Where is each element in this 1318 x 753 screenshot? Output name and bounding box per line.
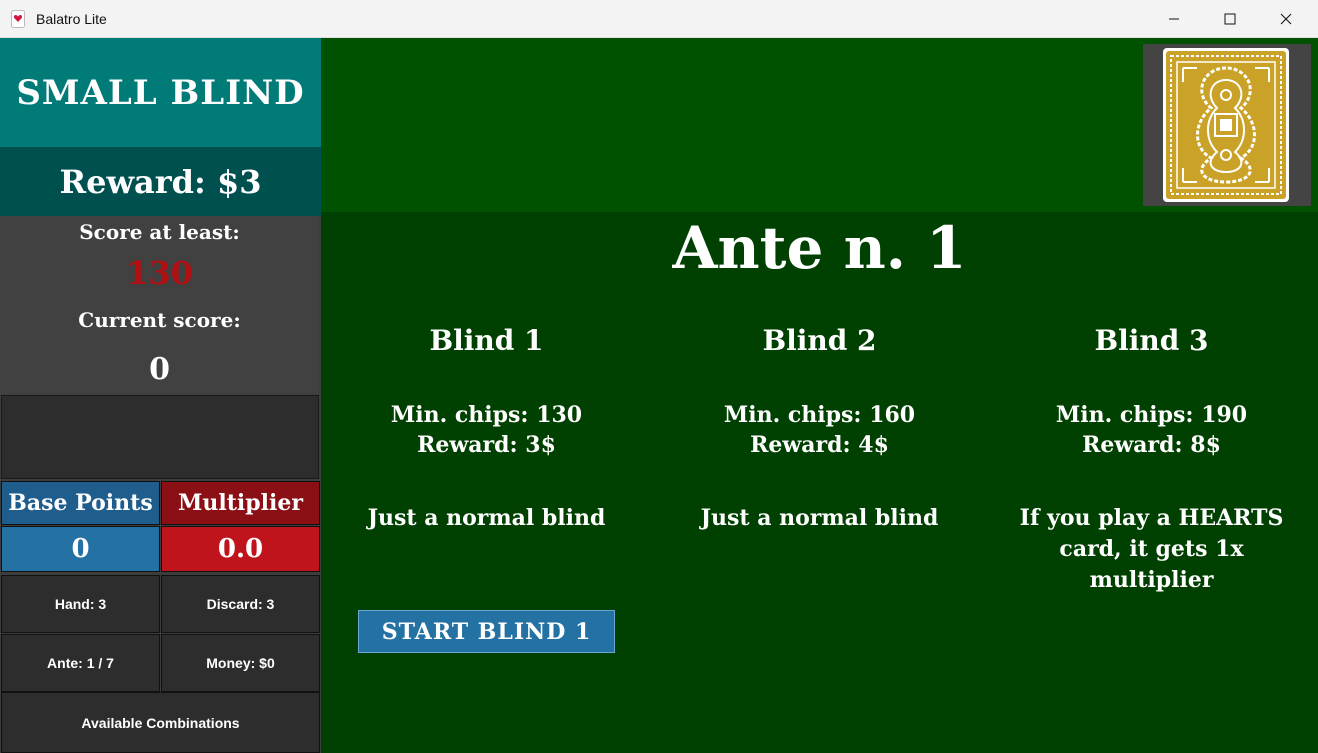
minimize-button[interactable]: [1146, 0, 1202, 38]
close-icon: [1280, 13, 1292, 25]
score-target-label: Score at least:: [79, 220, 240, 244]
current-score-label: Current score:: [78, 308, 241, 332]
hand-info-box: [1, 395, 319, 479]
blind-name: SMALL BLIND: [0, 38, 321, 147]
blind-2-title: Blind 2: [762, 324, 877, 357]
blind-1-title: Blind 1: [429, 324, 544, 357]
card-heart-icon: [11, 10, 25, 28]
blind-3-description: If you play a HEARTS card, it gets 1x mu…: [1019, 505, 1284, 593]
multiplier-value: 0.0: [161, 526, 320, 572]
base-points-value: 0: [1, 526, 160, 572]
left-panel: SMALL BLIND Reward: $3 Score at least: 1…: [0, 38, 321, 753]
start-blind-button[interactable]: START BLIND 1: [358, 610, 615, 653]
current-score-value: 0: [149, 352, 170, 387]
available-combinations-button[interactable]: Available Combinations: [1, 692, 320, 753]
window-title: Balatro Lite: [36, 11, 107, 27]
discards-remaining: Discard: 3: [161, 575, 320, 633]
maximize-icon: [1224, 13, 1236, 25]
blind-1-min-chips: Min. chips: 130: [390, 402, 583, 428]
blind-3-reward: Reward: 8$: [1082, 432, 1221, 458]
window-titlebar: Balatro Lite: [0, 0, 1318, 38]
ante-progress: Ante: 1 / 7: [1, 634, 160, 692]
blind-2-info: Min. chips: 160 Reward: 4$: [653, 400, 986, 460]
card-back-icon[interactable]: [1163, 48, 1289, 202]
main-felt-area: [321, 212, 1318, 753]
blind-1-reward: Reward: 3$: [417, 432, 556, 458]
multiplier-label: Multiplier: [161, 481, 320, 525]
ante-title: Ante n. 1: [672, 214, 967, 282]
blind-3-min-chips: Min. chips: 190: [1055, 402, 1248, 428]
score-box: Score at least: 130 Current score: 0: [0, 216, 319, 394]
minimize-icon: [1169, 18, 1179, 20]
close-button[interactable]: [1258, 0, 1314, 38]
blind-1-description: Just a normal blind: [367, 505, 606, 531]
score-target-value: 130: [126, 254, 193, 292]
blind-3-info: Min. chips: 190 Reward: 8$: [985, 400, 1318, 460]
maximize-button[interactable]: [1202, 0, 1258, 38]
blind-3-title: Blind 3: [1094, 324, 1209, 357]
hands-remaining: Hand: 3: [1, 575, 160, 633]
money: Money: $0: [161, 634, 320, 692]
card-back-pattern: [1166, 51, 1286, 199]
base-points-label: Base Points: [1, 481, 160, 525]
blind-2-reward: Reward: 4$: [750, 432, 889, 458]
blind-2-min-chips: Min. chips: 160: [723, 402, 916, 428]
blind-2-description: Just a normal blind: [700, 505, 939, 531]
blind-reward: Reward: $3: [0, 147, 321, 216]
blind-1-info: Min. chips: 130 Reward: 3$: [320, 400, 653, 460]
